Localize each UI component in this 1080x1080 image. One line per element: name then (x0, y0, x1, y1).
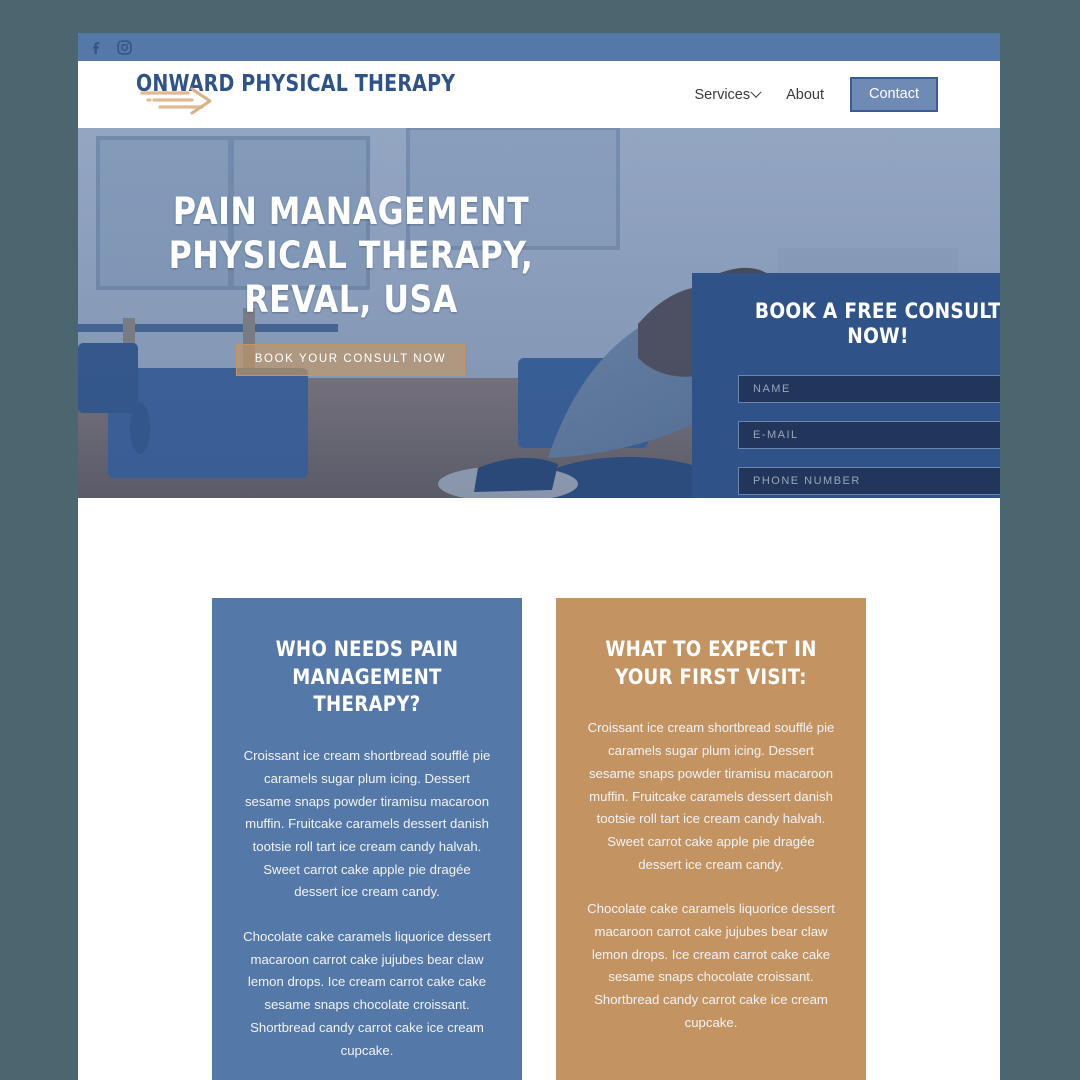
social-bar (78, 33, 1000, 61)
nav-item-services[interactable]: Services (694, 86, 762, 103)
info-cards-section: Who Needs Pain Management Therapy? Crois… (78, 498, 1000, 1080)
book-consult-cta[interactable]: Book Your Consult Now (235, 344, 466, 376)
info-card-title: Who Needs Pain Management Therapy? (275, 637, 459, 717)
info-card-paragraph: Croissant ice cream shortbread soufflé p… (587, 720, 835, 872)
name-field[interactable] (738, 375, 1000, 403)
site-logo[interactable]: Onward Physical Therapy (136, 67, 455, 123)
nav-item-services-label: Services (694, 86, 751, 103)
phone-field[interactable] (738, 467, 1000, 495)
instagram-icon[interactable] (114, 37, 134, 57)
info-card-paragraph: Chocolate cake caramels liquorice desser… (243, 929, 491, 1058)
consult-form-title: Book a Free Consult Now! (754, 299, 1000, 349)
site-header: Onward Physical Therapy Services About C… (78, 61, 1000, 128)
contact-button[interactable]: Contact (850, 77, 938, 112)
info-card-first-visit: What to expect in your first visit: Croi… (556, 598, 866, 1080)
info-card-paragraph: Chocolate cake caramels liquorice desser… (587, 901, 835, 1030)
nav-item-about[interactable]: About (786, 87, 824, 103)
browser-page: Onward Physical Therapy Services About C… (78, 33, 1000, 1080)
forward-arrow-icon (140, 87, 212, 114)
facebook-icon[interactable] (86, 37, 106, 57)
nav-item-about-label: About (786, 86, 825, 103)
chevron-down-icon (750, 86, 762, 98)
info-card-who-needs: Who Needs Pain Management Therapy? Crois… (212, 598, 522, 1080)
main-nav: Services About Contact (694, 77, 938, 112)
info-card-paragraph: Croissant ice cream shortbread soufflé p… (243, 748, 491, 900)
consult-form-panel: Book a Free Consult Now! Submit (692, 273, 1000, 498)
page-title: Pain Management Physical Therapy, Reval,… (168, 190, 533, 322)
hero-content: Pain Management Physical Therapy, Reval,… (78, 128, 623, 498)
email-field[interactable] (738, 421, 1000, 449)
info-card-title: What to expect in your first visit: (605, 637, 817, 689)
hero-section: Pain Management Physical Therapy, Reval,… (78, 128, 1000, 498)
